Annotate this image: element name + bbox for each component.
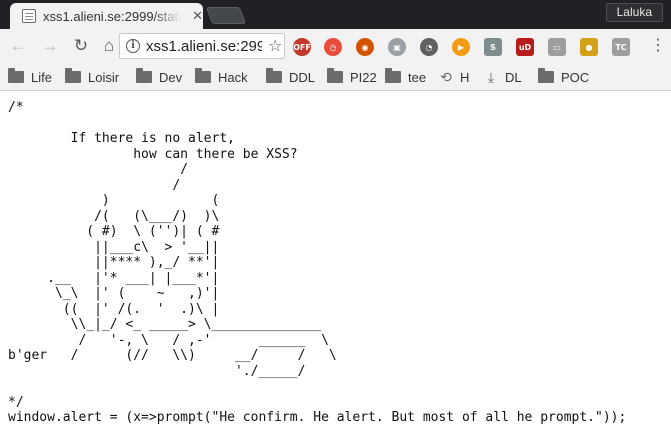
tab-title: xss1.alieni.se:2999/static: [43, 8, 182, 24]
cookie-monster-extension-icon[interactable]: ◔: [420, 38, 438, 56]
play-extension-icon[interactable]: ▶: [452, 38, 470, 56]
off-extension-icon[interactable]: OFF: [293, 38, 311, 56]
s-extension-icon[interactable]: S: [484, 38, 502, 56]
bookmark-label: DL: [505, 69, 522, 85]
folder-icon: [327, 68, 343, 83]
browser-tab[interactable]: xss1.alieni.se:2999/static ✕: [10, 3, 203, 29]
history-icon: ⟲: [440, 68, 452, 85]
bookmark-dev[interactable]: Dev: [136, 68, 182, 86]
download-icon: ⤓: [487, 68, 495, 85]
site-info-icon[interactable]: i: [126, 39, 140, 53]
back-arrow-icon[interactable]: ←: [5, 33, 31, 59]
bookmark-label: POC: [561, 69, 590, 85]
bookmark-label: H: [460, 69, 470, 85]
ublock-extension-icon[interactable]: uD: [516, 38, 534, 56]
bookmark-dl[interactable]: ⤓ DL: [484, 68, 522, 86]
bookmark-poc[interactable]: POC: [538, 68, 589, 86]
bookmark-label: Life: [31, 69, 52, 85]
address-bar[interactable]: i xss1.alieni.se:2999/static ☆: [119, 33, 285, 59]
forward-arrow-icon[interactable]: →: [37, 33, 63, 59]
bookmark-loisir[interactable]: Loisir: [65, 68, 119, 86]
folder-icon: [8, 68, 24, 83]
bookmark-life[interactable]: Life: [8, 68, 52, 86]
bookmark-label: Hack: [218, 69, 248, 85]
reload-icon[interactable]: ↻: [68, 33, 94, 59]
page-favicon-icon: [22, 9, 36, 23]
bookmark-ddl[interactable]: DDL: [266, 68, 315, 86]
profile-button[interactable]: Laluka: [605, 3, 663, 22]
bookmark-label: Dev: [159, 69, 183, 85]
bookmark-label: Loisir: [88, 69, 120, 85]
bookmark-label: PI22: [350, 69, 377, 85]
bookmark-hack[interactable]: Hack: [195, 68, 248, 86]
bookmark-tee[interactable]: tee: [385, 68, 426, 86]
new-tab-button[interactable]: [205, 7, 247, 24]
page-source-text: /* If there is no alert, how can there b…: [8, 100, 627, 425]
bookmarks-bar: Life Loisir Dev Hack DDL PI22 tee ⟲ H ⤓ DL POC: [0, 63, 671, 91]
cookie-extension-icon[interactable]: ●: [580, 38, 598, 56]
tc-extension-icon[interactable]: TC: [612, 38, 630, 56]
bookmark-h[interactable]: ⟲ H: [439, 68, 469, 86]
close-tab-icon[interactable]: ✕: [192, 8, 203, 24]
clock-extension-icon[interactable]: ◷: [324, 38, 342, 56]
bookmark-label: tee: [408, 69, 427, 85]
screenshot-extension-icon[interactable]: ▣: [388, 38, 406, 56]
folder-icon: [538, 68, 554, 83]
bookmark-star-icon[interactable]: ☆: [268, 36, 282, 56]
url-text[interactable]: xss1.alieni.se:2999/static: [146, 38, 262, 55]
folder-icon: [385, 68, 401, 83]
browser-menu-icon[interactable]: ⋮: [650, 36, 666, 56]
fox-extension-icon[interactable]: ◉: [356, 38, 374, 56]
bookmark-label: DDL: [289, 69, 316, 85]
folder-icon: [195, 68, 211, 83]
folder-icon: [266, 68, 282, 83]
folder-icon: [65, 68, 81, 83]
tab-strip: xss1.alieni.se:2999/static ✕ Laluka: [0, 0, 671, 29]
bookmark-pi22[interactable]: PI22: [327, 68, 377, 86]
folder-icon: [136, 68, 152, 83]
window-extension-icon[interactable]: ▭: [548, 38, 566, 56]
